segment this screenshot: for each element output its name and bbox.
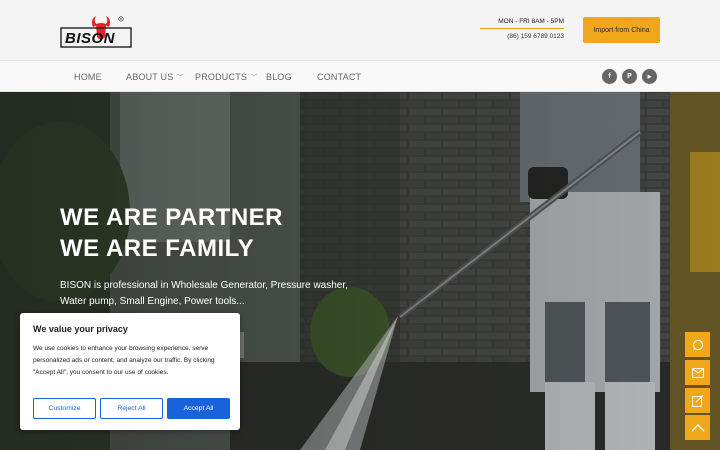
business-hours: MON - FRI 8AM - 5PM (86) 159 6789 0123: [480, 17, 564, 41]
email-icon[interactable]: [685, 360, 710, 385]
hero-title-line-2: WE ARE FAMILY: [60, 235, 255, 262]
logo-wordmark: BISON: [65, 30, 116, 47]
whatsapp-icon[interactable]: [685, 332, 710, 357]
top-header: R BISON MON - FRI 8AM - 5PM (86) 159 678…: [0, 0, 720, 60]
hours-text: MON - FRI 8AM - 5PM: [498, 18, 564, 25]
chevron-down-icon: ﹀: [251, 75, 258, 81]
inquiry-icon[interactable]: [685, 388, 710, 413]
nav-about-label: ABOUT US: [126, 71, 174, 82]
pinterest-icon[interactable]: P: [622, 69, 637, 84]
back-to-top-icon[interactable]: [685, 415, 710, 440]
cookie-description: We use cookies to enhance your browsing …: [33, 345, 215, 376]
nav-products[interactable]: PRODUCTS ﹀: [195, 61, 257, 92]
youtube-icon[interactable]: ▶: [642, 69, 657, 84]
accept-all-button[interactable]: Accept All: [167, 398, 230, 419]
hero-description: BISON is professional in Wholesale Gener…: [60, 280, 348, 307]
nav-about-us[interactable]: ABOUT US ﹀: [126, 61, 184, 92]
phone-number[interactable]: (86) 159 6789 0123: [480, 32, 564, 41]
hero-title-line-1: WE ARE PARTNER: [60, 204, 283, 231]
bison-logo[interactable]: R BISON: [60, 15, 132, 49]
customize-button[interactable]: Customize: [33, 398, 96, 419]
facebook-icon[interactable]: f: [602, 69, 617, 84]
import-from-china-button[interactable]: Import from China: [583, 17, 660, 43]
nav-home-label: HOME: [74, 71, 102, 82]
nav-home[interactable]: HOME: [74, 61, 102, 92]
nav-contact-label: CONTACT: [317, 71, 362, 82]
cookie-consent-banner: We value your privacy We use cookies to …: [20, 313, 240, 430]
nav-blog-label: BLOG: [266, 71, 292, 82]
chevron-down-icon: ﹀: [177, 75, 184, 81]
hours-divider: [480, 28, 564, 29]
hero-title: WE ARE PARTNER WE ARE FAMILY: [60, 202, 283, 264]
cookie-actions: Customize Reject All Accept All: [33, 398, 230, 419]
reject-all-button[interactable]: Reject All: [100, 398, 163, 419]
cookie-title: We value your privacy: [33, 324, 128, 334]
nav-contact[interactable]: CONTACT: [317, 61, 361, 92]
nav-products-label: PRODUCTS: [195, 71, 248, 82]
main-nav: HOME ABOUT US ﹀ PRODUCTS ﹀ BLOG CONTACT f …: [0, 60, 720, 92]
nav-blog[interactable]: BLOG: [266, 61, 292, 92]
